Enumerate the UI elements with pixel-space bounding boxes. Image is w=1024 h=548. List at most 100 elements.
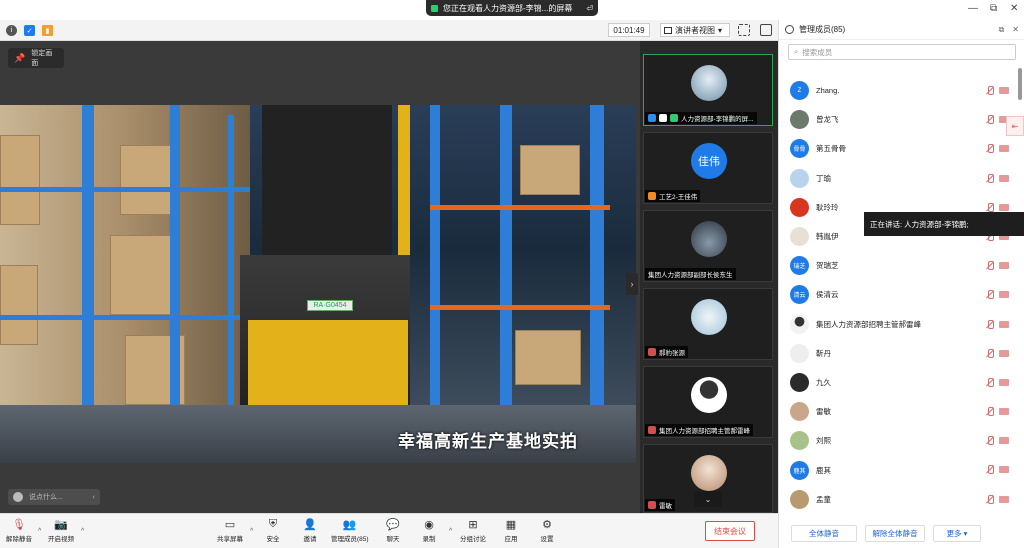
mic-off-icon[interactable]	[986, 290, 994, 300]
tile-name-tag: 工艺2-王佳伟	[645, 190, 701, 202]
mic-off-icon[interactable]	[986, 348, 994, 358]
start-video-button[interactable]: 📷 开启视频	[48, 518, 74, 543]
mic-off-icon[interactable]	[986, 173, 994, 183]
avatar	[790, 197, 809, 217]
mic-off-icon[interactable]	[986, 144, 994, 154]
view-mode-label: 演讲者视图	[675, 25, 715, 35]
mic-off-icon[interactable]	[986, 86, 994, 95]
camera-off-icon[interactable]	[999, 349, 1009, 357]
camera-off-icon[interactable]	[999, 174, 1009, 182]
camera-off-icon[interactable]	[999, 437, 1009, 445]
minimize-button[interactable]: —	[968, 4, 978, 14]
list-item[interactable]: 瑞芝 贺瑞芝	[779, 251, 1017, 280]
collapse-tiles-button[interactable]: ›	[626, 273, 638, 295]
more-button[interactable]: 更多 ▾	[933, 524, 981, 542]
list-item[interactable]: 清云 侯清云	[779, 280, 1017, 309]
camera-off-icon[interactable]	[999, 466, 1009, 474]
mic-off-icon[interactable]	[986, 407, 994, 417]
mic-off-icon[interactable]	[986, 261, 994, 271]
members-panel-title: 管理成员(85)	[799, 25, 846, 34]
list-item[interactable]: Z Zhang.	[779, 76, 1017, 105]
fullscreen-icon[interactable]	[738, 24, 750, 36]
mic-off-icon[interactable]	[986, 377, 994, 387]
close-button[interactable]: ✕	[1010, 4, 1018, 14]
mic-off-icon[interactable]	[986, 115, 994, 125]
panel-close-icon[interactable]: ✕	[1012, 25, 1019, 35]
list-item[interactable]: 骨骨 第五骨骨	[779, 134, 1017, 163]
avatar	[790, 402, 809, 422]
restore-button[interactable]: ⧉	[990, 4, 997, 14]
unmute-all-button[interactable]: 解除全体静音	[865, 524, 925, 542]
member-name: Zhang.	[816, 86, 840, 96]
signal-icon[interactable]: ▮	[42, 25, 53, 36]
chat-icon: 💬	[386, 519, 400, 531]
video-options-caret[interactable]: ^	[81, 528, 84, 535]
share-options-caret[interactable]: ^	[250, 528, 253, 535]
manage-members-button[interactable]: 👥 管理成员(85)	[331, 518, 369, 543]
list-item[interactable]: 雷敏	[779, 397, 1017, 426]
list-item[interactable]: 集团人力资源部招聘主管郝雷峰	[779, 310, 1017, 339]
camera-off-icon[interactable]	[999, 408, 1009, 416]
share-screen-button[interactable]: ▭ 共享屏幕	[217, 518, 243, 543]
camera-off-icon[interactable]	[999, 145, 1009, 153]
camera-off-icon[interactable]	[999, 495, 1009, 503]
video-tile[interactable]: 集团人力资源部副部长侯东生	[643, 210, 773, 282]
security-button[interactable]: ⛨ 安全	[266, 518, 280, 543]
shield-icon[interactable]: ✓	[24, 25, 35, 36]
mic-off-icon[interactable]	[986, 202, 994, 212]
chat-button[interactable]: 💬 聊天	[386, 518, 400, 543]
avatar	[691, 299, 727, 335]
list-item[interactable]: 刘熙	[779, 426, 1017, 455]
breakout-rooms-button[interactable]: ⊞ 分组讨论	[460, 518, 486, 543]
mic-off-icon[interactable]	[986, 494, 994, 504]
lock-view-button[interactable]: 📌 锁定画面	[8, 48, 64, 68]
info-icon[interactable]: i	[6, 25, 17, 36]
list-item[interactable]: 靳丹	[779, 339, 1017, 368]
member-search-input[interactable]: ⌕ 搜索成员	[788, 44, 1016, 60]
camera-off-icon[interactable]	[999, 320, 1009, 328]
video-tile[interactable]: 集团人力资源部招聘主管郝雷峰	[643, 366, 773, 438]
camera-off-icon[interactable]	[999, 262, 1009, 270]
exit-share-view-button[interactable]: ⏎	[586, 4, 593, 13]
apps-button[interactable]: ▦ 应用	[504, 518, 518, 543]
list-item[interactable]: 曾龙飞	[779, 105, 1017, 134]
list-item[interactable]: 鹿其 鹿其	[779, 455, 1017, 484]
camera-off-icon[interactable]	[999, 87, 1009, 94]
mic-off-icon[interactable]	[986, 436, 994, 446]
invite-button[interactable]: 👤 邀请	[303, 518, 317, 543]
record-button[interactable]: ◉ 录制	[422, 518, 436, 543]
chevron-down-icon: ▾	[718, 25, 723, 35]
member-name: 侯清云	[816, 290, 839, 300]
view-mode-select[interactable]: 演讲者视图 ▾	[660, 23, 730, 37]
popout-icon[interactable]: ⧉	[999, 25, 1005, 35]
mic-off-icon[interactable]	[986, 319, 994, 329]
toggle-sidebar-icon[interactable]	[760, 24, 772, 36]
emoji-icon[interactable]	[13, 492, 23, 502]
mute-all-button[interactable]: 全体静音	[791, 524, 857, 542]
scroll-tiles-down-button[interactable]: ⌄	[694, 491, 722, 507]
unmute-button[interactable]: 🎙 解除静音	[6, 518, 32, 543]
chat-collapse-icon[interactable]: ‹	[93, 494, 95, 501]
camera-off-icon[interactable]	[999, 203, 1009, 211]
list-item[interactable]: 孟童	[779, 485, 1017, 514]
end-meeting-button[interactable]: 结束会议	[705, 521, 755, 541]
share-notice-text: 您正在观看人力资源部-李锦...的屏幕	[443, 3, 573, 13]
members-icon	[785, 25, 794, 34]
settings-button[interactable]: ⚙ 设置	[540, 518, 554, 543]
scrollbar-thumb[interactable]	[1018, 68, 1022, 100]
avatar: 清云	[790, 285, 809, 305]
record-options-caret[interactable]: ^	[449, 528, 452, 535]
video-tile[interactable]: 郝豹张源	[643, 288, 773, 360]
camera-off-icon[interactable]	[999, 291, 1009, 299]
list-item[interactable]: 九久	[779, 368, 1017, 397]
chat-input[interactable]: 说点什么... ‹	[8, 489, 100, 505]
forklift-plate: RA·G0454	[307, 300, 353, 311]
side-tab-button[interactable]: ⇤	[1006, 116, 1024, 136]
list-item[interactable]: 丁瑜	[779, 164, 1017, 193]
video-tile[interactable]: 人力资源部-李锦鹏的屏...	[643, 54, 773, 126]
camera-off-icon[interactable]	[999, 378, 1009, 386]
audio-options-caret[interactable]: ^	[38, 528, 41, 535]
video-tile[interactable]: 佳伟 工艺2-王佳伟	[643, 132, 773, 204]
member-name: 第五骨骨	[816, 144, 846, 154]
mic-off-icon[interactable]	[986, 465, 994, 475]
